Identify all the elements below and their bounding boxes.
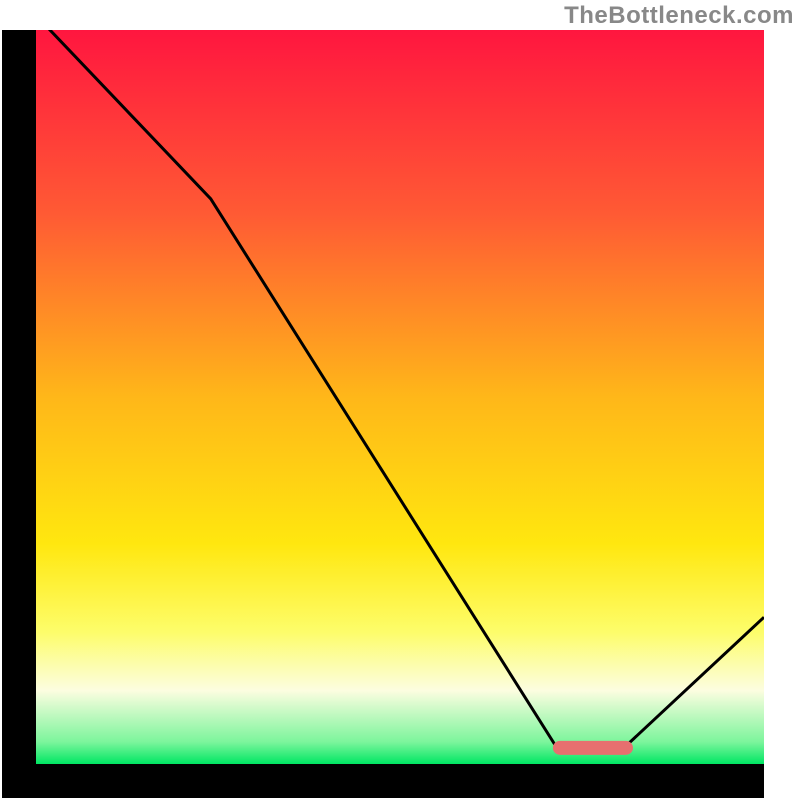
optimal-range-marker — [553, 741, 633, 755]
attribution-label: TheBottleneck.com — [564, 2, 794, 30]
chart-container: TheBottleneck.com — [0, 0, 800, 800]
gradient-background — [36, 30, 764, 764]
bottleneck-chart — [0, 0, 800, 800]
